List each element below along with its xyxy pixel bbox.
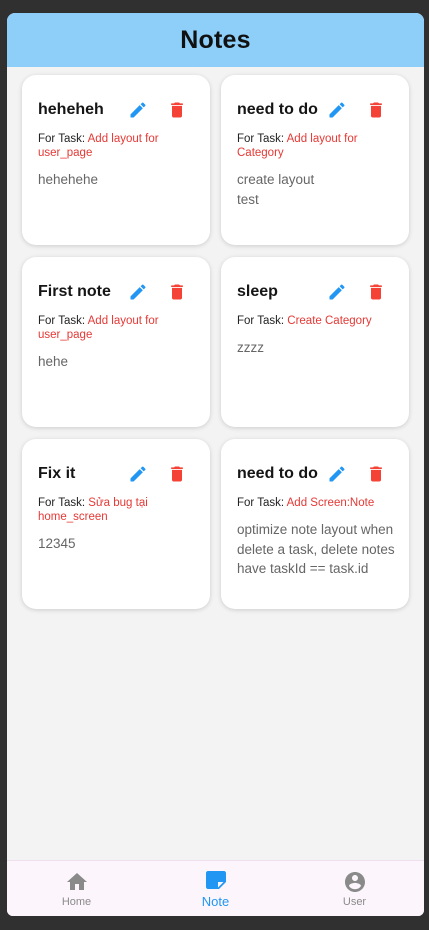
nav-note-label: Note (201, 894, 230, 909)
pencil-icon (329, 102, 345, 118)
note-title: Fix it (38, 465, 76, 482)
trash-icon (171, 284, 183, 300)
trash-icon (370, 284, 382, 300)
pencil-icon (329, 284, 345, 300)
task-prefix: For Task: (237, 315, 288, 327)
delete-note-button[interactable] (364, 98, 388, 122)
task-prefix: For Task: (38, 497, 89, 509)
note-card[interactable]: need to do For Task: Add Screen:Note opt… (221, 439, 409, 609)
delete-note-button[interactable] (165, 462, 189, 486)
note-card-header: need to do (237, 463, 409, 485)
edit-note-button[interactable] (325, 280, 349, 304)
app-bar: Notes (7, 13, 424, 67)
note-content: create layout test (237, 170, 409, 209)
note-title: need to do (237, 465, 318, 482)
note-title: need to do (237, 101, 318, 118)
task-prefix: For Task: (38, 315, 88, 327)
trash-icon (370, 466, 382, 482)
note-card-header: First note (38, 281, 210, 303)
delete-note-button[interactable] (165, 98, 189, 122)
task-prefix: For Task: (237, 133, 287, 145)
note-card-header: Fix it (38, 463, 210, 485)
note-content: optimize note layout when delete a task,… (237, 522, 395, 576)
task-prefix: For Task: (237, 497, 287, 509)
nav-home[interactable]: Home (7, 861, 146, 916)
nav-note[interactable]: Note (146, 861, 285, 916)
note-card[interactable]: heheheh For Task: Add layout for user_pa… (22, 75, 210, 245)
delete-note-button[interactable] (364, 462, 388, 486)
note-task-line: For Task: Sửa bug tại home_screen (38, 496, 210, 524)
note-content: hehehehe (38, 172, 99, 187)
trash-icon (370, 102, 382, 118)
note-content-line: create layout (237, 172, 315, 187)
note-icon (205, 871, 226, 889)
note-task-line: For Task: Add Screen:Note (237, 496, 409, 510)
note-card-header: sleep (237, 281, 409, 303)
note-task-name[interactable]: Create Category (287, 315, 371, 327)
nav-home-label: Home (61, 895, 92, 908)
note-content: zzzz (237, 340, 264, 355)
note-card[interactable]: First note For Task: Add layout for user… (22, 257, 210, 427)
home-icon (66, 872, 87, 890)
delete-note-button[interactable] (165, 280, 189, 304)
note-task-line: For Task: Create Category (237, 314, 409, 328)
note-card[interactable]: need to do For Task: Add layout for Cate… (221, 75, 409, 245)
note-task-name[interactable]: Add Screen:Note (287, 497, 375, 509)
note-title: First note (38, 283, 111, 300)
task-prefix: For Task: (38, 133, 88, 145)
note-card-header: heheheh (38, 99, 210, 121)
note-card-header: need to do (237, 99, 409, 121)
edit-note-button[interactable] (126, 462, 150, 486)
note-card[interactable]: sleep For Task: Create Category zzzz (221, 257, 409, 427)
trash-icon (171, 466, 183, 482)
delete-note-button[interactable] (364, 280, 388, 304)
note-content: 12345 (38, 536, 76, 551)
pencil-icon (130, 466, 146, 482)
note-card[interactable]: Fix it For Task: Sửa bug tại home_screen… (22, 439, 210, 609)
bottom-navigation: Home Note User (7, 860, 424, 916)
note-task-line: For Task: Add layout for Category (237, 132, 409, 160)
pencil-icon (130, 284, 146, 300)
page-title: Notes (180, 25, 251, 54)
edit-note-button[interactable] (325, 98, 349, 122)
note-content: hehe (38, 354, 69, 369)
pencil-icon (130, 102, 146, 118)
note-task-line: For Task: Add layout for user_page (38, 314, 210, 342)
nav-user-label: User (342, 895, 367, 908)
note-task-line: For Task: Add layout for user_page (38, 132, 210, 160)
note-content-line: test (237, 191, 259, 207)
edit-note-button[interactable] (325, 462, 349, 486)
account-circle-icon (344, 871, 365, 892)
nav-user[interactable]: User (285, 861, 424, 916)
notes-grid: heheheh For Task: Add layout for user_pa… (22, 75, 410, 609)
edit-note-button[interactable] (126, 280, 150, 304)
note-title: sleep (237, 283, 278, 300)
pencil-icon (329, 466, 345, 482)
device-frame: Notes heheheh For Task: Add layout for u… (0, 0, 429, 930)
note-title: heheheh (38, 101, 104, 118)
trash-icon (171, 102, 183, 118)
app-screen: Notes heheheh For Task: Add layout for u… (7, 13, 424, 916)
edit-note-button[interactable] (126, 98, 150, 122)
